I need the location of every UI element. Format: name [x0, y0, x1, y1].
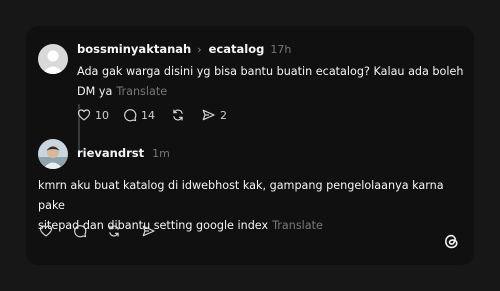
paper-plane-icon	[201, 108, 216, 122]
post-username[interactable]: bossminyaktanah	[77, 42, 191, 56]
comment-count: 14	[141, 108, 155, 122]
reply-repost-button[interactable]	[107, 224, 121, 238]
post-translate-link[interactable]: Translate	[116, 85, 167, 98]
repost-arrows-icon	[107, 224, 121, 238]
reply-translate-link[interactable]: Translate	[272, 219, 323, 232]
share-button[interactable]: 2	[201, 108, 227, 122]
speech-bubble-icon	[123, 108, 137, 122]
paper-plane-icon	[141, 224, 156, 238]
post-avatar[interactable]	[38, 44, 68, 74]
reply-avatar[interactable]	[38, 139, 68, 169]
post-text: Ada gak warga disini yg bisa bantu buati…	[77, 62, 463, 102]
post-actions: 10 14 2	[77, 108, 227, 122]
repost-button[interactable]	[171, 108, 185, 122]
share-count: 2	[220, 108, 227, 122]
reply-text-line: kmrn aku buat katalog di idwebhost kak, …	[38, 179, 444, 212]
reply-username[interactable]: rievandrst	[77, 146, 144, 160]
reply-like-button[interactable]	[39, 224, 53, 238]
reply-header: rievandrst 1m	[77, 146, 170, 160]
reply-to-username[interactable]: ecatalog	[209, 42, 265, 56]
heart-icon	[39, 224, 53, 238]
threads-logo-icon[interactable]	[443, 233, 460, 250]
post-text-line2: DM ya	[77, 85, 113, 98]
thread-card: bossminyaktanah › ecatalog 17h Ada gak w…	[26, 26, 474, 265]
reply-chevron-icon: ›	[197, 42, 202, 56]
post-header: bossminyaktanah › ecatalog 17h	[77, 42, 291, 56]
comment-button[interactable]: 14	[123, 108, 155, 122]
heart-icon	[77, 108, 91, 122]
reply-timestamp: 1m	[152, 146, 170, 160]
reply-comment-button[interactable]	[73, 224, 87, 238]
post-text-line: DM ya Translate	[77, 82, 463, 102]
reply-share-button[interactable]	[141, 224, 156, 238]
speech-bubble-icon	[73, 224, 87, 238]
post-text-line: Ada gak warga disini yg bisa bantu buati…	[77, 65, 464, 78]
post-timestamp: 17h	[270, 42, 292, 56]
repost-arrows-icon	[171, 108, 185, 122]
like-count: 10	[95, 108, 109, 122]
reply-actions	[39, 224, 156, 238]
like-button[interactable]: 10	[77, 108, 109, 122]
